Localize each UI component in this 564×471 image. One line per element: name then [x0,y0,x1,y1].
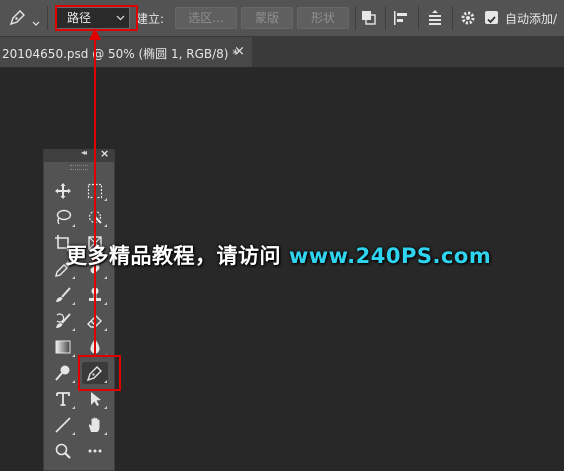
zoom-tool-icon[interactable] [50,440,76,462]
divider [385,6,386,30]
gear-icon[interactable] [460,10,476,30]
edit-toolbar-icon[interactable] [82,440,108,462]
make-shape-button[interactable]: 形状 [297,7,349,29]
watermark-text: 更多精品教程，请访问 [66,244,281,268]
pen-tool-preset-icon[interactable] [8,9,30,27]
divider [452,6,453,30]
dodge-tool-icon[interactable] [50,362,76,384]
make-mask-button[interactable]: 蒙版 [241,7,293,29]
pen-tool-icon[interactable] [82,362,108,384]
path-arrangement-icon[interactable] [425,8,445,32]
path-operations-icon[interactable] [360,9,378,31]
path-mode-value: 路径 [67,11,92,25]
document-tab-title: 20104650.psd @ 50% (椭圆 1, RGB/8) * [2,47,239,61]
document-tab[interactable]: 20104650.psd @ 50% (椭圆 1, RGB/8) * × [0,37,252,67]
watermark-site: www.240PS.com [288,244,492,268]
path-mode-select[interactable]: 路径 [56,7,130,29]
auto-add-checkbox[interactable] [485,11,498,24]
make-label: 建立: [136,12,165,26]
gradient-tool-icon[interactable] [50,336,76,358]
move-tool-icon[interactable] [50,180,76,202]
auto-add-label: 自动添加/ [505,12,558,26]
select-chevron-icon [116,8,125,34]
divider [47,6,48,30]
hand-tool-icon[interactable] [82,414,108,436]
lasso-tool-icon[interactable] [50,206,76,228]
path-alignment-icon[interactable] [392,9,410,31]
type-tool-icon[interactable] [50,388,76,410]
divider [418,6,419,30]
history-brush-tool-icon[interactable] [50,310,76,332]
chevron-down-icon[interactable] [32,13,40,26]
close-icon[interactable]: × [234,44,245,59]
make-selection-button[interactable]: 选区... [175,7,237,29]
line-tool-icon[interactable] [50,414,76,436]
path-selection-tool-icon[interactable] [82,388,108,410]
annotation-arrow [89,28,101,356]
watermark: 更多精品教程，请访问 www.240PS.com [66,240,491,270]
divider [355,6,356,30]
brush-tool-icon[interactable] [50,284,76,306]
